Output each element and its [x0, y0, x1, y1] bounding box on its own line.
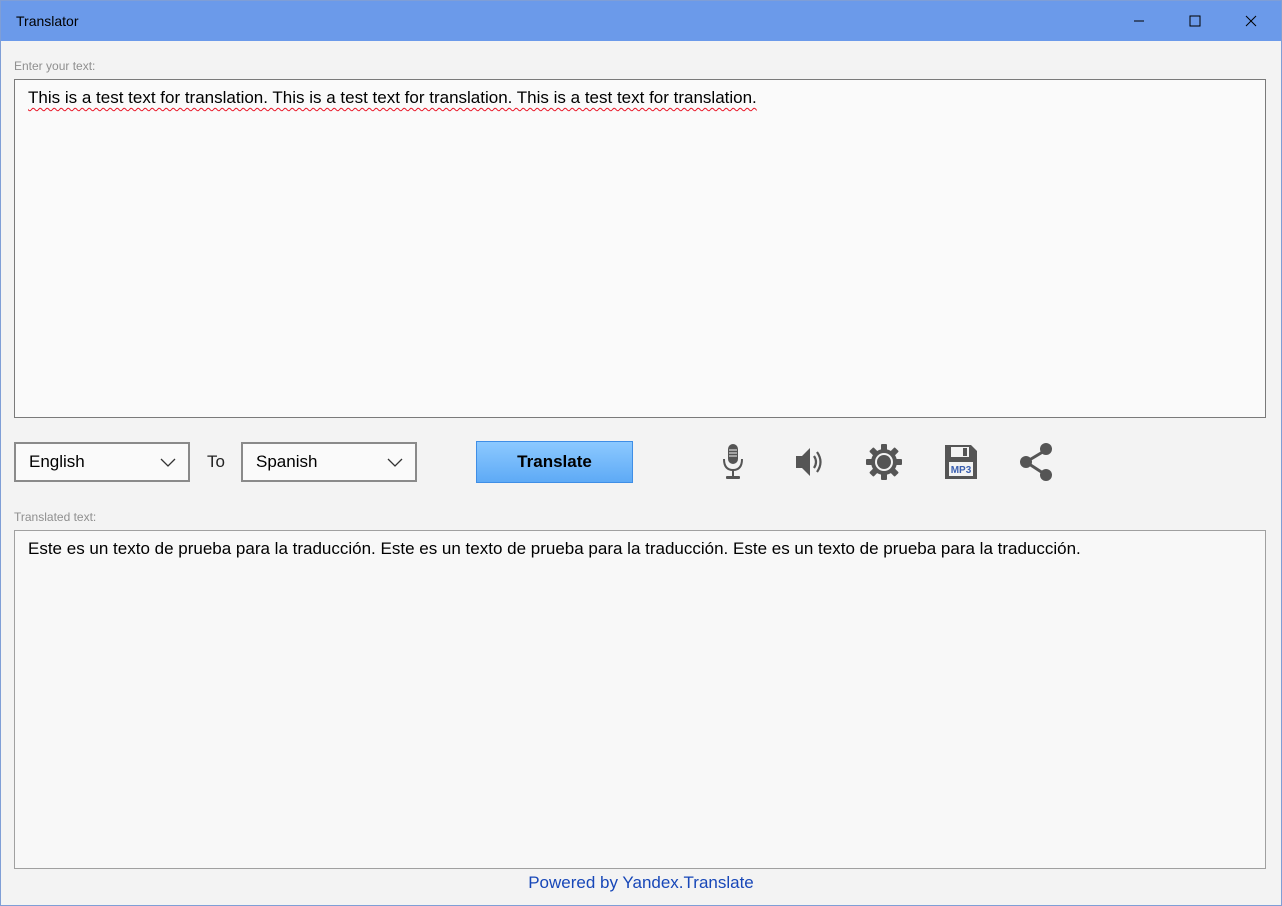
mp3-badge: MP3	[951, 465, 972, 476]
translated-text-output[interactable]: Este es un texto de prueba para la tradu…	[14, 530, 1266, 869]
minimize-button[interactable]	[1111, 1, 1167, 41]
speaker-icon[interactable]	[788, 441, 830, 483]
close-button[interactable]	[1223, 1, 1279, 41]
source-language-value: English	[29, 452, 85, 471]
chevron-down-icon	[160, 458, 176, 467]
translated-text-value: Este es un texto de prueba para la tradu…	[28, 539, 1081, 558]
window-title: Translator	[16, 13, 79, 29]
close-icon	[1245, 15, 1257, 27]
gear-icon[interactable]	[863, 441, 905, 483]
minimize-icon	[1134, 20, 1144, 22]
save-mp3-icon[interactable]: MP3	[940, 441, 982, 483]
translate-button[interactable]: Translate	[476, 441, 633, 483]
source-text-input[interactable]: This is a test text for translation. Thi…	[14, 79, 1266, 418]
input-label: Enter your text:	[14, 59, 96, 73]
title-bar[interactable]: Translator	[1, 1, 1281, 41]
yandex-translate-link[interactable]: Powered by Yandex.Translate	[1, 873, 1281, 893]
translator-window: Translator Enter your text: This is a te…	[0, 0, 1282, 906]
target-language-value: Spanish	[256, 452, 318, 471]
microphone-icon[interactable]	[712, 441, 754, 483]
maximize-icon	[1189, 15, 1201, 27]
output-label: Translated text:	[14, 510, 97, 524]
target-language-dropdown[interactable]: Spanish	[241, 442, 417, 482]
chevron-down-icon	[387, 458, 403, 467]
source-language-dropdown[interactable]: English	[14, 442, 190, 482]
maximize-button[interactable]	[1167, 1, 1223, 41]
source-text-value: This is a test text for translation. Thi…	[28, 88, 757, 107]
to-label: To	[207, 452, 225, 471]
share-icon[interactable]	[1015, 441, 1057, 483]
